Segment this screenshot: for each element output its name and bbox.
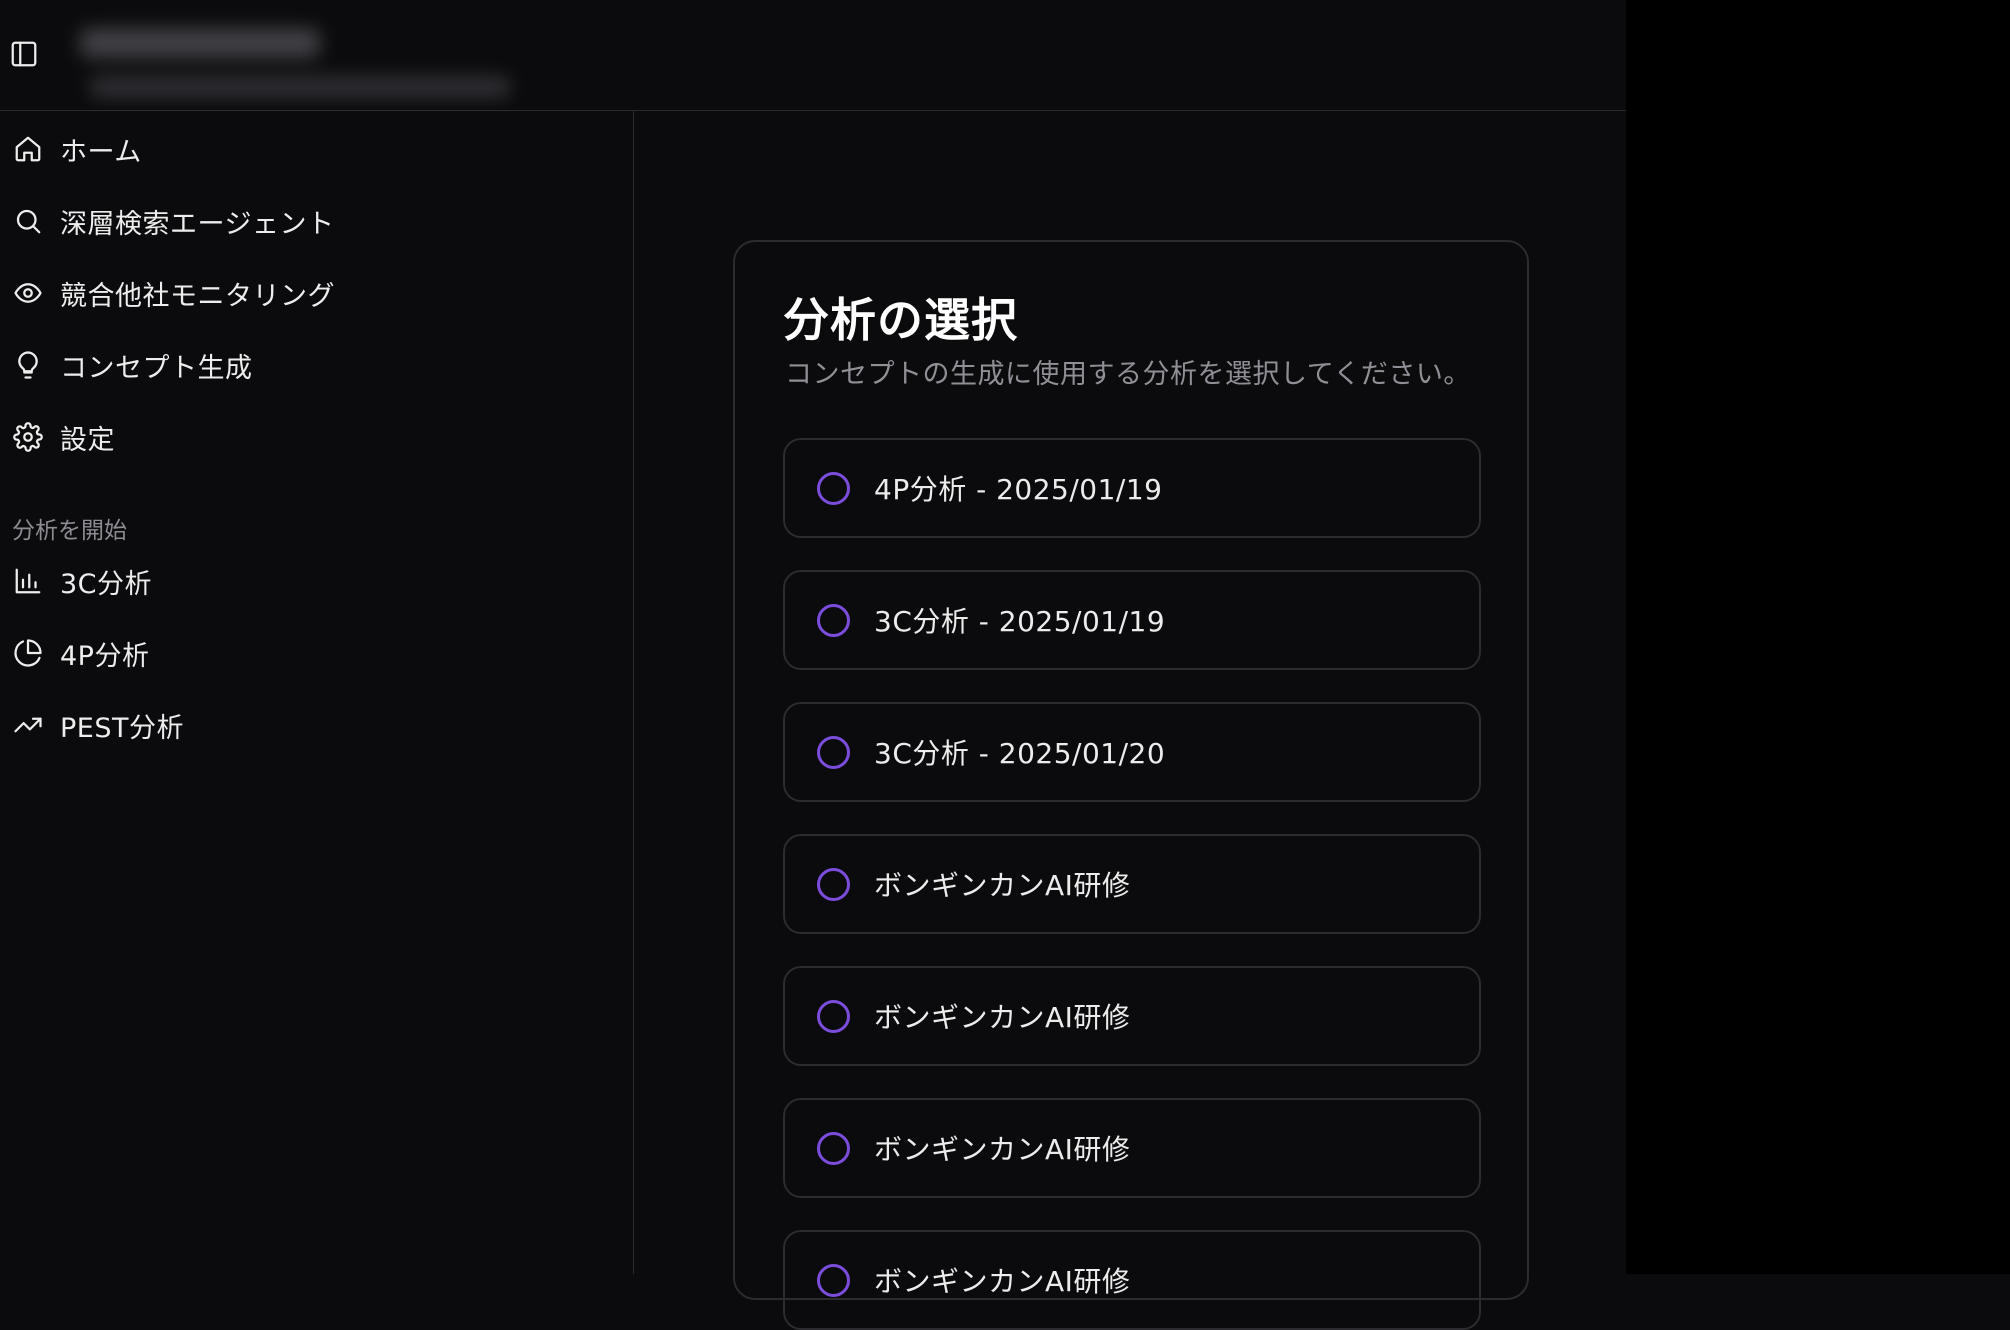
sidebar-item-concept-generation[interactable]: コンセプト生成 bbox=[0, 335, 600, 395]
analysis-option-label: ボンギンカンAI研修 bbox=[874, 869, 1131, 902]
sidebar-toggle-button[interactable] bbox=[8, 38, 40, 70]
home-icon bbox=[0, 134, 60, 164]
analysis-option-label: ボンギンカンAI研修 bbox=[874, 1265, 1131, 1298]
sidebar-item-label: 4P分析 bbox=[60, 640, 150, 672]
analysis-option[interactable]: 3C分析 - 2025/01/19 bbox=[783, 570, 1481, 670]
analysis-option-label: 3C分析 - 2025/01/19 bbox=[874, 605, 1166, 638]
page-title: 分析の選択 bbox=[783, 293, 1018, 347]
analysis-option-label: ボンギンカンAI研修 bbox=[874, 1133, 1131, 1166]
analysis-option[interactable]: 3C分析 - 2025/01/20 bbox=[783, 702, 1481, 802]
page-description: コンセプトの生成に使用する分析を選択してください。 bbox=[785, 359, 1471, 390]
sidebar-item-label: コンセプト生成 bbox=[60, 352, 253, 384]
analysis-option[interactable]: ボンギンカンAI研修 bbox=[783, 834, 1481, 934]
sidebar-item-label: 3C分析 bbox=[60, 568, 153, 600]
trending-up-icon bbox=[0, 710, 60, 740]
sidebar-item-competitor-monitoring[interactable]: 競合他社モニタリング bbox=[0, 263, 600, 323]
radio-button[interactable] bbox=[817, 603, 850, 637]
section-title-start-analysis: 分析を開始 bbox=[12, 518, 127, 544]
sidebar-item-deep-search[interactable]: 深層検索エージェント bbox=[0, 191, 600, 251]
radio-button[interactable] bbox=[817, 1131, 850, 1165]
sidebar: ホーム 深層検索エージェント 競合他社モニタリング コンセプト生成 設定 分析を… bbox=[0, 111, 634, 1274]
pie-chart-icon bbox=[0, 638, 60, 668]
analysis-option[interactable]: ボンギンカンAI研修 bbox=[783, 1230, 1481, 1330]
right-empty-region bbox=[1626, 0, 2010, 1274]
bar-chart-icon bbox=[0, 566, 60, 596]
sidebar-item-home[interactable]: ホーム bbox=[0, 119, 600, 179]
analysis-option[interactable]: ボンギンカンAI研修 bbox=[783, 1098, 1481, 1198]
sidebar-toggle-icon bbox=[11, 41, 37, 67]
search-icon bbox=[0, 206, 60, 236]
analysis-option[interactable]: ボンギンカンAI研修 bbox=[783, 966, 1481, 1066]
sidebar-item-4p-analysis[interactable]: 4P分析 bbox=[0, 623, 600, 683]
gear-icon bbox=[0, 422, 60, 452]
analysis-option[interactable]: 4P分析 - 2025/01/19 bbox=[783, 438, 1481, 538]
sidebar-item-label: ホーム bbox=[60, 136, 142, 168]
radio-button[interactable] bbox=[817, 999, 850, 1033]
top-header bbox=[0, 0, 1626, 111]
radio-button[interactable] bbox=[817, 471, 850, 505]
sidebar-item-label: 競合他社モニタリング bbox=[60, 280, 335, 312]
sidebar-item-pest-analysis[interactable]: PEST分析 bbox=[0, 695, 600, 755]
blurred-account-info bbox=[70, 18, 520, 108]
sidebar-item-label: 設定 bbox=[60, 424, 115, 456]
sidebar-item-label: 深層検索エージェント bbox=[60, 208, 335, 240]
analysis-option-label: ボンギンカンAI研修 bbox=[874, 1001, 1131, 1034]
sidebar-item-label: PEST分析 bbox=[60, 712, 184, 744]
sidebar-item-3c-analysis[interactable]: 3C分析 bbox=[0, 551, 600, 611]
analysis-option-label: 3C分析 - 2025/01/20 bbox=[874, 737, 1166, 770]
eye-icon bbox=[0, 278, 60, 308]
sidebar-item-settings[interactable]: 設定 bbox=[0, 407, 600, 467]
radio-button[interactable] bbox=[817, 1263, 850, 1297]
analysis-selection-card: 分析の選択 コンセプトの生成に使用する分析を選択してください。 4P分析 - 2… bbox=[733, 240, 1529, 1330]
analysis-option-label: 4P分析 - 2025/01/19 bbox=[874, 473, 1163, 506]
lightbulb-icon bbox=[0, 350, 60, 380]
radio-button[interactable] bbox=[817, 867, 850, 901]
radio-button[interactable] bbox=[817, 735, 850, 769]
